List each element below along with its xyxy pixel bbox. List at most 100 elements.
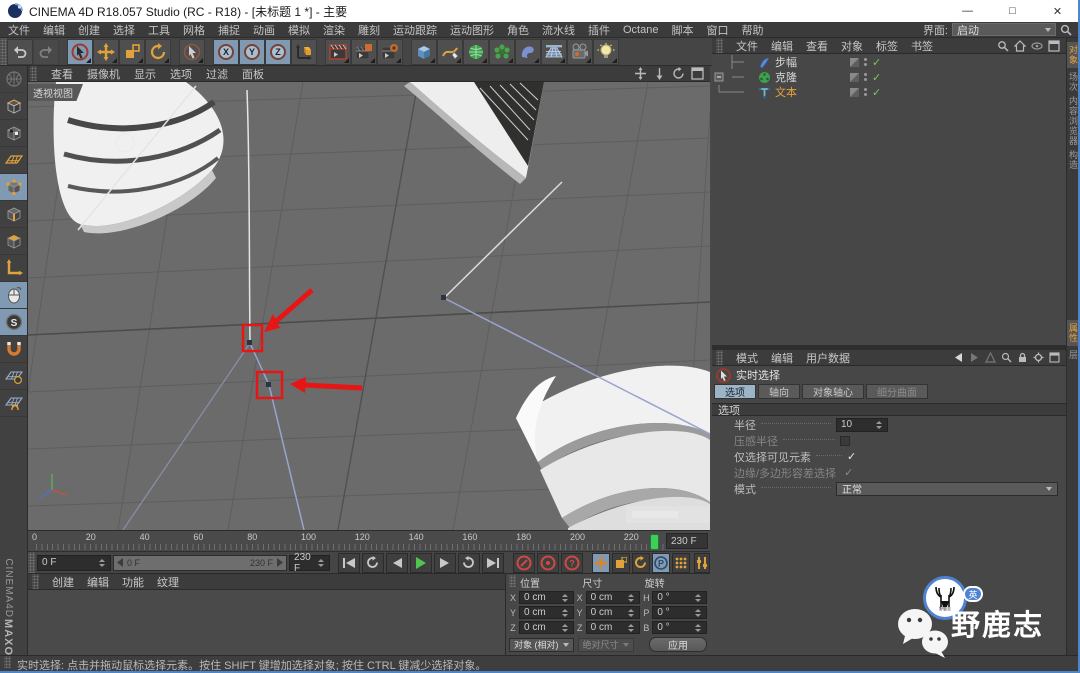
tab-falloff[interactable]: 轴向 [758,384,800,399]
minimize-button[interactable]: — [945,0,990,22]
viewport-pan-icon[interactable] [634,67,647,80]
selection-mode-dropdown[interactable]: 正常 [836,481,1058,496]
scale-tool[interactable] [119,38,145,65]
range-left-arrow-icon[interactable] [117,558,124,567]
add-light-button[interactable] [593,38,619,65]
menu-octane[interactable]: Octane [623,24,658,36]
gear-icon[interactable] [1033,352,1044,363]
options-section-header[interactable]: 选项 [712,403,1066,417]
preview-range-slider[interactable]: 0 F 230 F [113,554,288,571]
material-menu-grip[interactable] [32,574,39,589]
next-key-button[interactable] [457,552,480,573]
visibility-dots[interactable] [864,88,867,96]
object-name-selected[interactable]: 文本 [775,84,797,100]
menu-window[interactable]: 窗口 [706,22,728,38]
object-name[interactable]: 克隆 [775,69,797,85]
range-right-arrow-icon[interactable] [276,558,284,567]
history-back-icon[interactable] [953,352,964,363]
layer-swatch[interactable] [850,57,859,67]
menu-tools[interactable]: 工具 [148,22,170,38]
polygons-mode-button[interactable] [0,228,27,255]
perspective-viewport[interactable]: 透视视图 [28,82,710,530]
lock-y-axis-button[interactable]: Y [239,38,265,65]
menu-help[interactable]: 帮助 [741,22,763,38]
object-menu-bookmarks[interactable]: 书签 [911,38,933,54]
menu-mograph[interactable]: 运动图形 [450,22,494,38]
next-frame-button[interactable] [433,552,456,573]
viewport-menu-panel[interactable]: 面板 [242,66,264,82]
key-pla-toggle[interactable] [671,552,690,573]
key-rotation-toggle[interactable] [631,552,650,573]
last-tool-button[interactable] [179,38,205,65]
object-menu-view[interactable]: 查看 [806,38,828,54]
locked-workplane-button[interactable] [0,390,27,417]
interface-dropdown[interactable]: 启动 [952,23,1056,37]
record-keyframe-button[interactable] [512,552,535,573]
close-button[interactable]: ✕ [1035,0,1080,22]
object-row-step[interactable]: 步幅 ✓ [712,55,1066,69]
viewport-menu-view[interactable]: 查看 [51,66,73,82]
rot-b-field[interactable]: 0 ° [652,621,708,634]
previous-key-button[interactable] [361,552,384,573]
material-menu-edit[interactable]: 编辑 [87,574,109,590]
object-menu-tags[interactable]: 标签 [876,38,898,54]
menu-create[interactable]: 创建 [78,22,100,38]
object-menu-object[interactable]: 对象 [841,38,863,54]
rot-p-field[interactable]: 0 ° [652,606,708,619]
points-mode-button[interactable] [0,174,27,201]
menu-plugins[interactable]: 插件 [588,22,610,38]
undo-button[interactable] [7,38,33,65]
layer-swatch[interactable] [850,87,859,97]
key-scale-toggle[interactable] [611,552,630,573]
previous-frame-button[interactable] [385,552,408,573]
timeline-options-button[interactable] [693,552,710,573]
visible-only-check-icon[interactable]: ✓ [847,450,856,463]
menu-sculpt[interactable]: 雕刻 [358,22,380,38]
add-cube-button[interactable] [411,38,437,65]
menu-edit[interactable]: 编辑 [43,22,65,38]
pos-x-field[interactable]: 0 cm [519,591,574,604]
om-search-icon[interactable] [997,40,1009,52]
material-menu-function[interactable]: 功能 [122,574,144,590]
search-icon[interactable] [1060,24,1072,36]
menu-animate[interactable]: 动画 [253,22,275,38]
tab-options[interactable]: 选项 [714,384,756,399]
object-row-cloner[interactable]: 克隆 ✓ [712,70,1066,84]
menu-select[interactable]: 选择 [113,22,135,38]
visibility-dots[interactable] [864,73,867,81]
workplane-snap-button[interactable] [0,363,27,390]
compare-icon[interactable] [985,352,996,363]
size-z-field[interactable]: 0 cm [585,621,641,634]
tab-object-axis[interactable]: 对象轴心 [802,384,864,399]
coordinate-mode-dropdown[interactable]: 对象 (相对) [509,637,574,652]
object-menu-grip[interactable] [716,38,723,53]
material-menu-create[interactable]: 创建 [52,574,74,590]
attribute-menu-grip[interactable] [716,350,723,365]
enable-snap-button[interactable]: S [0,309,27,336]
toolbar-grip[interactable] [0,38,7,65]
keyframe-selection-button[interactable]: ? [560,552,583,573]
lock-x-axis-button[interactable]: X [213,38,239,65]
menu-pipeline[interactable]: 流水线 [542,22,575,38]
viewport-solo-button[interactable] [0,282,27,309]
texture-mode-button[interactable] [0,120,27,147]
viewport-toggle-icon[interactable] [691,67,704,80]
move-tool[interactable] [93,38,119,65]
am-panel-icon[interactable] [1049,352,1060,363]
material-menu-texture[interactable]: 纹理 [157,574,179,590]
transport-grip[interactable] [28,552,35,573]
lock-icon[interactable] [1017,352,1028,363]
viewport-menu-grip[interactable] [30,66,37,81]
autokey-button[interactable] [536,552,559,573]
add-floor-button[interactable] [541,38,567,65]
menu-file[interactable]: 文件 [8,22,30,38]
key-parameter-toggle[interactable]: P [651,552,670,573]
add-spline-button[interactable] [437,38,463,65]
viewport-menu-display[interactable]: 显示 [134,66,156,82]
workplane-mode-button[interactable] [0,147,27,174]
render-view-button[interactable] [325,38,351,65]
viewport-menu-camera[interactable]: 摄像机 [87,66,120,82]
attribute-menu-edit[interactable]: 编辑 [771,350,793,366]
layer-swatch[interactable] [850,72,859,82]
enabled-check-icon[interactable]: ✓ [872,56,881,69]
